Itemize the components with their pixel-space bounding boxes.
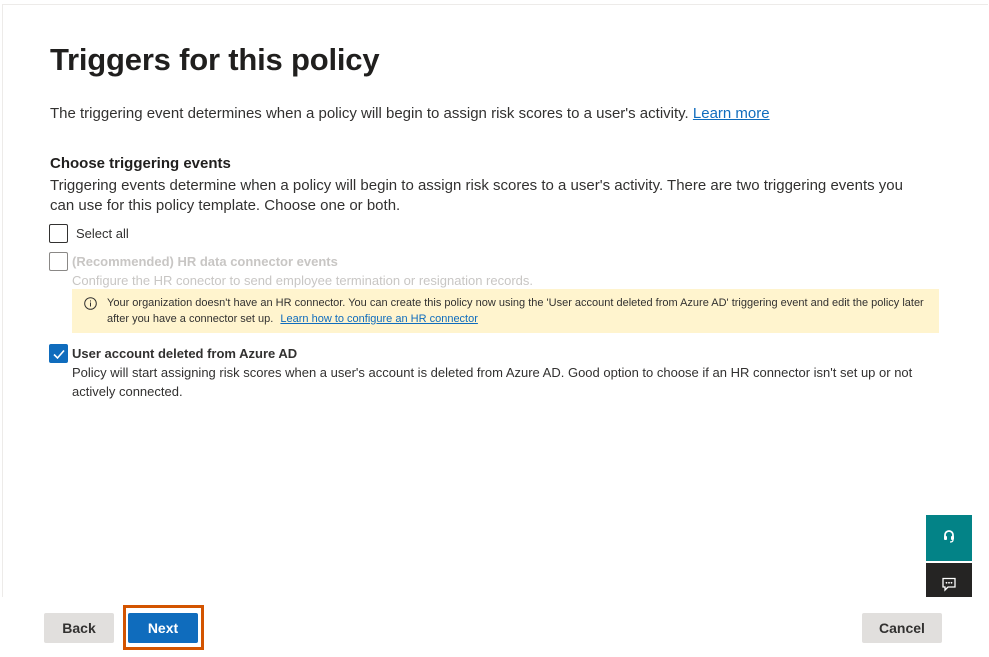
page-description: The triggering event determines when a p… xyxy=(50,105,770,122)
hr-connector-description: Configure the HR conector to send employ… xyxy=(72,273,534,288)
select-all-label: Select all xyxy=(76,226,129,241)
azure-ad-checkbox[interactable] xyxy=(49,344,68,363)
hr-connector-checkbox[interactable] xyxy=(49,252,68,271)
azure-ad-description: Policy will start assigning risk scores … xyxy=(72,365,913,399)
feedback-icon xyxy=(941,576,957,597)
back-button[interactable]: Back xyxy=(44,613,114,643)
checkmark-icon xyxy=(53,349,65,360)
next-button[interactable]: Next xyxy=(128,613,198,643)
info-icon xyxy=(84,297,97,310)
section-description: Triggering events determine when a polic… xyxy=(50,177,903,214)
section-title: Choose triggering events xyxy=(50,155,231,172)
cancel-button[interactable]: Cancel xyxy=(862,613,942,643)
hr-connector-warning: Your organization doesn't have an HR con… xyxy=(72,289,939,333)
learn-more-link[interactable]: Learn more xyxy=(693,105,770,122)
page-description-text: The triggering event determines when a p… xyxy=(50,105,689,122)
configure-hr-connector-link[interactable]: Learn how to configure an HR connector xyxy=(280,313,478,325)
headset-icon xyxy=(941,528,957,549)
warning-text: Your organization doesn't have an HR con… xyxy=(107,297,924,325)
hr-connector-label: (Recommended) HR data connector events xyxy=(72,254,338,269)
azure-ad-label: User account deleted from Azure AD xyxy=(72,346,298,361)
select-all-checkbox[interactable] xyxy=(49,224,68,243)
page-title: Triggers for this policy xyxy=(50,42,380,77)
help-button[interactable] xyxy=(926,515,972,561)
